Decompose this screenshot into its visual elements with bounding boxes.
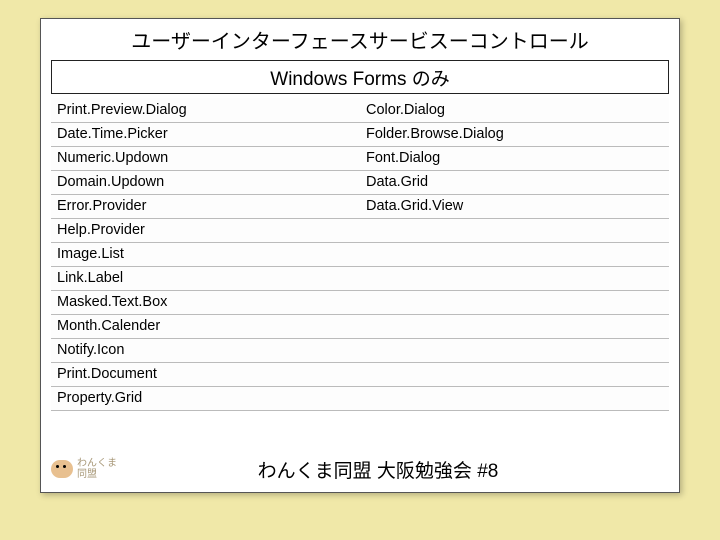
slide: ユーザーインターフェースサービスーコントロール Windows Forms のみ…	[40, 18, 680, 493]
table-row: Date.Time.PickerFolder.Browse.Dialog	[51, 122, 669, 146]
cell-left: Notify.Icon	[51, 338, 360, 362]
table-row: Masked.Text.Box	[51, 290, 669, 314]
controls-table-body: Print.Preview.DialogColor.DialogDate.Tim…	[51, 98, 669, 410]
subtitle: Windows Forms のみ	[51, 60, 669, 94]
cell-left: Print.Document	[51, 362, 360, 386]
cell-left: Masked.Text.Box	[51, 290, 360, 314]
footer: わんくま 同盟 わんくま同盟 大阪勉強会 #8	[41, 452, 679, 486]
cell-right: Font.Dialog	[360, 146, 669, 170]
controls-table-wrap: Print.Preview.DialogColor.DialogDate.Tim…	[51, 98, 669, 411]
footer-title: わんくま同盟 大阪勉強会 #8	[117, 456, 679, 483]
logo-line-2: 同盟	[77, 469, 117, 480]
cell-right	[360, 218, 669, 242]
cell-right	[360, 338, 669, 362]
table-row: Image.List	[51, 242, 669, 266]
cell-right	[360, 314, 669, 338]
cell-left: Help.Provider	[51, 218, 360, 242]
cell-right	[360, 266, 669, 290]
cell-left: Error.Provider	[51, 194, 360, 218]
page-title: ユーザーインターフェースサービスーコントロール	[41, 19, 679, 58]
table-row: Error.ProviderData.Grid.View	[51, 194, 669, 218]
cell-right: Data.Grid.View	[360, 194, 669, 218]
table-row: Print.Preview.DialogColor.Dialog	[51, 98, 669, 122]
table-row: Print.Document	[51, 362, 669, 386]
cell-left: Date.Time.Picker	[51, 122, 360, 146]
cell-right	[360, 290, 669, 314]
cell-right: Folder.Browse.Dialog	[360, 122, 669, 146]
table-row: Month.Calender	[51, 314, 669, 338]
table-row: Link.Label	[51, 266, 669, 290]
cell-right	[360, 242, 669, 266]
table-row: Property.Grid	[51, 386, 669, 410]
cell-left: Numeric.Updown	[51, 146, 360, 170]
bear-icon	[51, 460, 73, 478]
cell-left: Property.Grid	[51, 386, 360, 410]
table-row: Help.Provider	[51, 218, 669, 242]
cell-right	[360, 362, 669, 386]
table-row: Numeric.UpdownFont.Dialog	[51, 146, 669, 170]
cell-right	[360, 386, 669, 410]
organizer-logo: わんくま 同盟	[51, 458, 117, 480]
cell-left: Month.Calender	[51, 314, 360, 338]
cell-right: Data.Grid	[360, 170, 669, 194]
cell-left: Link.Label	[51, 266, 360, 290]
cell-right: Color.Dialog	[360, 98, 669, 122]
logo-line-1: わんくま	[77, 458, 117, 469]
table-row: Domain.UpdownData.Grid	[51, 170, 669, 194]
cell-left: Print.Preview.Dialog	[51, 98, 360, 122]
cell-left: Domain.Updown	[51, 170, 360, 194]
organizer-logo-text: わんくま 同盟	[77, 458, 117, 480]
table-row: Notify.Icon	[51, 338, 669, 362]
cell-left: Image.List	[51, 242, 360, 266]
controls-table: Print.Preview.DialogColor.DialogDate.Tim…	[51, 98, 669, 411]
